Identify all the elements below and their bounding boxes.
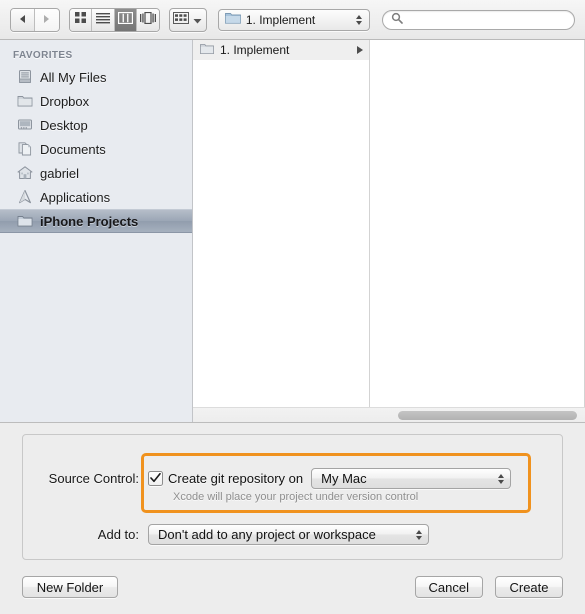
add-to-popup[interactable]: Don't add to any project or workspace [148, 524, 429, 545]
column-browser: 1. Implement [193, 40, 585, 422]
sidebar-item-applications[interactable]: Applications [0, 185, 192, 209]
home-icon [17, 165, 33, 181]
forward-button[interactable] [34, 8, 59, 31]
sidebar-item-desktop[interactable]: Desktop [0, 113, 192, 137]
sidebar-item-label: Documents [40, 141, 106, 157]
add-to-value: Don't add to any project or workspace [158, 527, 376, 542]
add-to-row: Add to: Don't add to any project or work… [36, 524, 429, 545]
chevron-down-icon [193, 11, 202, 29]
sidebar-item-label: iPhone Projects [40, 213, 139, 229]
toolbar: 1. Implement [0, 0, 585, 40]
accessory-panel: Source Control: Create git repository on… [0, 423, 585, 560]
source-control-help-text: Xcode will place your project under vers… [173, 491, 419, 503]
git-location-value: My Mac [321, 471, 367, 486]
disclosure-triangle-icon [357, 46, 363, 54]
create-git-repository-checkbox-group[interactable]: Create git repository on [148, 471, 303, 486]
search-icon [391, 11, 403, 29]
horizontal-scrollbar-thumb[interactable] [398, 411, 577, 420]
browser-column-1: 1. Implement [193, 40, 370, 422]
sidebar: FAVORITES All My Files Dropbox Desktop D… [0, 40, 193, 422]
create-git-repository-checkbox[interactable] [148, 471, 163, 486]
path-popup-button[interactable]: 1. Implement [217, 8, 370, 31]
checkmark-icon [150, 470, 161, 488]
columns-icon [117, 11, 133, 29]
list-lines-icon [95, 11, 110, 29]
horizontal-scrollbar[interactable] [193, 407, 585, 422]
add-to-label: Add to: [97, 527, 139, 542]
footer-button-bar: New Folder Cancel Create [0, 560, 585, 614]
sidebar-section-favorites: FAVORITES [13, 50, 73, 61]
folder-icon [17, 213, 33, 229]
sidebar-item-dropbox[interactable]: Dropbox [0, 89, 192, 113]
folder-icon [200, 43, 214, 58]
view-mode-list-button[interactable] [92, 8, 115, 31]
search-field[interactable] [381, 9, 575, 30]
browser-column-2 [370, 40, 585, 422]
back-button[interactable] [11, 8, 35, 31]
desktop-icon [17, 117, 33, 133]
documents-icon [17, 141, 33, 157]
applications-icon [17, 189, 33, 205]
grid-icon [74, 11, 87, 29]
arrange-grid-icon [173, 11, 190, 29]
sidebar-item-documents[interactable]: Documents [0, 137, 192, 161]
source-control-row: Source Control: Create git repository on… [36, 468, 512, 489]
sidebar-item-home[interactable]: gabriel [0, 161, 192, 185]
blue-folder-icon [224, 11, 241, 29]
column-row-implement[interactable]: 1. Implement [193, 40, 369, 60]
search-input[interactable] [406, 11, 566, 28]
navigation-segmented-control [10, 7, 60, 32]
sidebar-item-label: Desktop [40, 117, 88, 133]
source-control-label: Source Control: [48, 471, 139, 486]
view-mode-coverflow-button[interactable] [136, 8, 160, 31]
view-mode-segmented-control [68, 7, 161, 32]
new-folder-button[interactable]: New Folder [22, 576, 118, 598]
arrange-by-button[interactable] [169, 7, 207, 32]
sidebar-item-label: Applications [40, 189, 111, 205]
browser-area: FAVORITES All My Files Dropbox Desktop D… [0, 40, 585, 423]
create-git-repository-label: Create git repository on [168, 471, 304, 486]
back-triangle-icon [18, 11, 27, 29]
save-panel-dialog: 1. Implement FAVORITES All My Files Drop… [0, 0, 585, 614]
sidebar-item-label: Dropbox [40, 93, 90, 109]
folder-icon [17, 93, 33, 109]
sidebar-item-all-my-files[interactable]: All My Files [0, 65, 192, 89]
sidebar-item-label: All My Files [40, 69, 107, 85]
all-my-files-icon [17, 69, 33, 85]
git-location-stepper-icon [495, 470, 507, 488]
coverflow-icon [140, 11, 157, 29]
add-to-stepper-icon [413, 526, 425, 544]
create-button[interactable]: Create [495, 576, 563, 598]
cancel-button[interactable]: Cancel [414, 576, 483, 598]
git-location-popup[interactable]: My Mac [311, 468, 512, 489]
column-row-label: 1. Implement [220, 43, 290, 57]
path-popup-stepper-icon [353, 11, 365, 29]
forward-triangle-icon [42, 11, 51, 29]
sidebar-item-iphone-projects[interactable]: iPhone Projects [0, 209, 192, 233]
view-mode-column-button[interactable] [114, 8, 137, 31]
accessory-box: Source Control: Create git repository on… [22, 434, 563, 560]
sidebar-item-label: gabriel [40, 165, 80, 181]
view-mode-icon-button[interactable] [69, 8, 93, 31]
path-popup-label: 1. Implement [245, 12, 316, 27]
